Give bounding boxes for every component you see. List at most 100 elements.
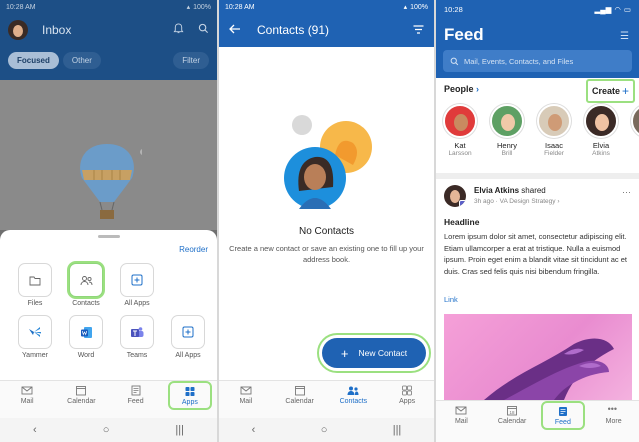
- nav-more[interactable]: ••• More: [592, 401, 636, 426]
- person-card[interactable]: Isaac Fielder: [536, 104, 572, 157]
- post-body: Lorem ipsum dolor sit amet, consectetur …: [444, 232, 628, 276]
- person-name: Elvia: [592, 141, 610, 150]
- empty-state-title: No Contacts: [298, 226, 355, 237]
- empty-state-description: Create a new contact or save an existing…: [229, 244, 424, 264]
- app-label: Teams: [126, 352, 148, 359]
- post-author[interactable]: Elvia Atkins: [474, 186, 519, 195]
- search-icon[interactable]: [198, 23, 209, 37]
- filter-button[interactable]: Filter: [173, 52, 209, 69]
- nav-contacts[interactable]: Contacts: [331, 381, 375, 405]
- person-surname: Larsson: [448, 150, 472, 157]
- nav-feed[interactable]: Feed: [540, 401, 585, 430]
- create-button[interactable]: Create +: [586, 79, 636, 103]
- bell-icon[interactable]: [173, 23, 184, 37]
- person-card[interactable]: Henry Brill: [489, 104, 525, 157]
- phone-feed: 10:28 ▂▄▆ ◠ ▭ Feed ☰ Mail, Events, Contact…: [436, 0, 639, 442]
- calendar-icon: [76, 386, 87, 396]
- tab-other[interactable]: Other: [62, 52, 101, 69]
- nav-label: Mail: [239, 398, 253, 405]
- teams-icon: [131, 326, 144, 337]
- sort-filter-icon[interactable]: [413, 21, 424, 39]
- person-card[interactable]: An A: [630, 104, 639, 157]
- app-all-apps[interactable]: All Apps: [116, 263, 158, 307]
- new-contact-label: New Contact: [358, 348, 408, 358]
- home-icon[interactable]: ○: [103, 424, 110, 436]
- avatar: [584, 104, 618, 138]
- avatar[interactable]: [8, 20, 28, 40]
- android-nav-bar: ‹ ○ |||: [0, 418, 217, 442]
- person-card[interactable]: Kat Larsson: [442, 104, 478, 157]
- search-input[interactable]: Mail, Events, Contacts, and Files: [443, 50, 632, 72]
- add-app-icon: [131, 274, 143, 286]
- sheet-drag-handle[interactable]: [97, 235, 120, 238]
- status-bar: 10:28 AM ▴ 100%: [219, 0, 434, 14]
- word-icon: [80, 326, 92, 338]
- phone-inbox-apps: 10:28 AM ▴ 100% Inbox Focused Other Filte…: [0, 0, 217, 442]
- app-yammer[interactable]: Yammer: [14, 315, 56, 359]
- tab-focused[interactable]: Focused: [8, 52, 59, 69]
- recents-icon[interactable]: |||: [393, 424, 402, 436]
- back-icon[interactable]: ‹: [252, 424, 256, 436]
- app-label: Word: [77, 352, 95, 359]
- contacts-icon: [80, 275, 92, 285]
- person-card[interactable]: Elvia Atkins: [583, 104, 619, 157]
- status-time: 10:28 AM: [225, 3, 255, 11]
- post-link[interactable]: Link: [444, 295, 458, 304]
- calendar-day: 18: [510, 410, 516, 415]
- back-arrow-icon[interactable]: [229, 21, 241, 39]
- list-menu-icon[interactable]: ☰: [620, 31, 629, 42]
- bottom-nav: Mail 18 Calendar Feed ••• More: [436, 400, 639, 442]
- nav-mail[interactable]: Mail: [439, 401, 483, 425]
- avatar: [444, 185, 466, 207]
- nav-label: Apps: [181, 399, 198, 406]
- app-files[interactable]: Files: [14, 263, 56, 307]
- folder-icon: [29, 276, 41, 285]
- avatar: [631, 104, 639, 138]
- nav-feed[interactable]: Feed: [114, 381, 158, 405]
- page-title: Contacts (91): [257, 23, 330, 37]
- contacts-header: Contacts (91): [219, 18, 434, 42]
- more-options-icon[interactable]: ⋯: [622, 187, 631, 198]
- person-surname: Fielder: [544, 150, 564, 157]
- avatar: [443, 104, 477, 138]
- inbox-header: Inbox: [0, 16, 217, 44]
- nav-apps[interactable]: Apps: [385, 381, 429, 405]
- people-section-heading[interactable]: People ›: [444, 84, 479, 94]
- mail-icon: [240, 386, 252, 395]
- feed-icon: [131, 385, 141, 396]
- nav-label: Contacts: [339, 398, 368, 405]
- apps-grid-icon: [402, 385, 413, 396]
- back-icon[interactable]: ‹: [33, 424, 37, 436]
- nav-mail[interactable]: Mail: [5, 381, 49, 405]
- mail-icon: [21, 386, 33, 395]
- nav-label: Apps: [399, 398, 416, 405]
- post-image[interactable]: [444, 314, 632, 400]
- reorder-button[interactable]: Reorder: [179, 245, 208, 254]
- nav-calendar[interactable]: 18 Calendar: [490, 401, 534, 425]
- nav-calendar[interactable]: Calendar: [278, 381, 322, 405]
- app-word[interactable]: Word: [65, 315, 107, 359]
- app-label: Contacts: [72, 300, 100, 307]
- create-label: Create: [592, 86, 621, 96]
- status-bar: 10:28 ▂▄▆ ◠ ▭: [436, 0, 639, 18]
- wifi-icon: ◠: [614, 4, 621, 14]
- people-carousel: Kat Larsson Henry Brill Isaac Fielder El…: [442, 104, 639, 157]
- plus-icon: +: [340, 345, 349, 361]
- app-label: Yammer: [22, 352, 48, 359]
- page-title: Inbox: [42, 23, 72, 37]
- app-contacts[interactable]: Contacts: [65, 263, 107, 307]
- nav-calendar[interactable]: Calendar: [59, 381, 103, 405]
- new-contact-button[interactable]: + New Contact: [322, 338, 426, 368]
- feed-icon: [558, 407, 567, 416]
- status-bar: 10:28 AM ▴ 100%: [0, 0, 217, 14]
- feed-post-card[interactable]: Elvia Atkins shared 3h ago · VA Design S…: [436, 179, 639, 400]
- recents-icon[interactable]: |||: [175, 424, 184, 436]
- app-teams[interactable]: Teams: [116, 315, 158, 359]
- nav-apps[interactable]: Apps: [167, 381, 212, 410]
- app-all-apps-2[interactable]: All Apps: [167, 315, 209, 359]
- bottom-nav: Mail Calendar Contacts Apps: [219, 380, 434, 418]
- home-icon[interactable]: ○: [321, 424, 328, 436]
- status-time: 10:28 AM: [6, 3, 36, 11]
- nav-mail[interactable]: Mail: [224, 381, 268, 405]
- teams-badge-icon: [459, 200, 466, 207]
